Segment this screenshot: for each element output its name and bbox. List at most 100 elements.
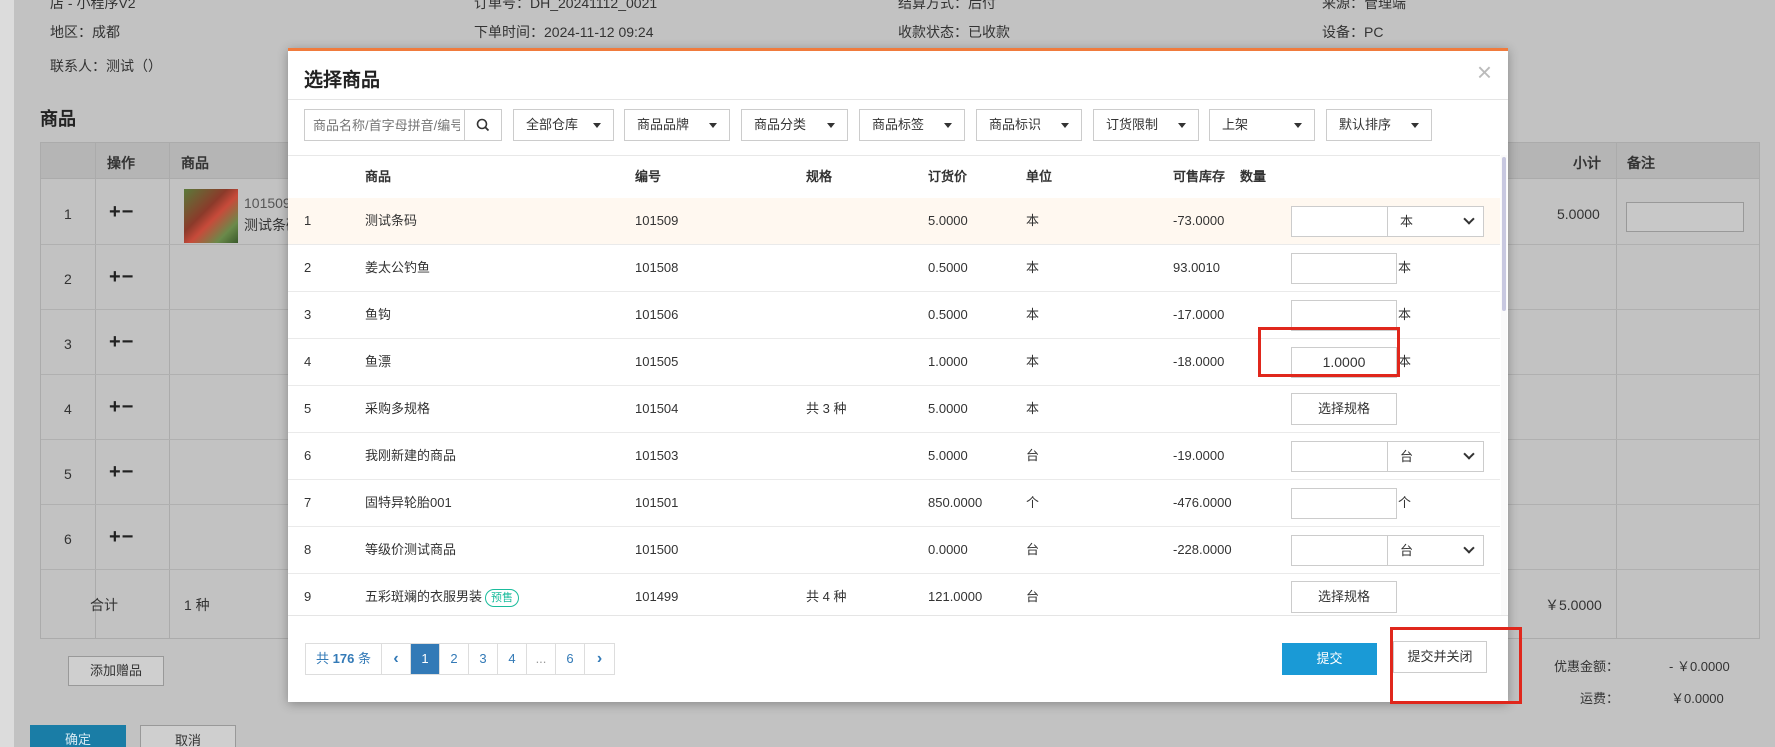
- select-spec-button[interactable]: 选择规格: [1291, 393, 1397, 425]
- table-row[interactable]: 2 姜太公钓鱼 101508 0.5000 本 93.0010 本: [288, 245, 1500, 292]
- sort-dropdown[interactable]: 默认排序: [1326, 109, 1432, 141]
- warehouse-dropdown[interactable]: 全部仓库: [513, 109, 614, 141]
- table-row[interactable]: 9 五彩斑斓的衣服男装 预售 101499 共 4 种 121.0000 台 选择…: [288, 574, 1500, 615]
- product-unit: 本: [1026, 354, 1040, 369]
- close-icon[interactable]: ×: [1477, 57, 1492, 88]
- dropdown-label: 订货限制: [1106, 117, 1159, 132]
- order-limit-dropdown[interactable]: 订货限制: [1093, 109, 1199, 141]
- settle-method: 结算方式：后付: [898, 0, 996, 11]
- quantity-input[interactable]: [1291, 206, 1397, 237]
- dropdown-label: 上架: [1222, 117, 1249, 132]
- table-row[interactable]: 7 固特异轮胎001 101501 850.0000 个 -476.0000 个: [288, 480, 1500, 527]
- remark-input[interactable]: [1626, 202, 1744, 232]
- dropdown-label: 默认排序: [1339, 117, 1392, 132]
- unit-select[interactable]: 台: [1387, 441, 1484, 472]
- product-name: 五彩斑斓的衣服男装: [365, 589, 483, 604]
- tag-dropdown[interactable]: 商品标签: [859, 109, 965, 141]
- quantity-input[interactable]: [1291, 253, 1397, 284]
- add-remove-icon[interactable]: +−: [109, 526, 134, 549]
- quantity-input[interactable]: [1291, 441, 1397, 472]
- product-unit: 台: [1026, 589, 1040, 604]
- add-remove-icon[interactable]: +−: [109, 461, 134, 484]
- bg-row-number: 1: [64, 206, 72, 222]
- unit-select[interactable]: 台: [1387, 535, 1484, 566]
- page-3[interactable]: 3: [468, 644, 498, 674]
- page-4[interactable]: 4: [497, 644, 527, 674]
- caret-down-icon: [944, 123, 952, 128]
- quantity-input[interactable]: [1291, 488, 1397, 519]
- scrollbar-thumb[interactable]: [1502, 157, 1506, 311]
- row-number: 2: [304, 260, 312, 275]
- product-spec: 共 4 种: [806, 589, 847, 604]
- bg-row-number: 5: [64, 466, 72, 482]
- freight-label: 运费：: [1580, 691, 1620, 706]
- product-unit: 本: [1026, 260, 1040, 275]
- product-code: 101505: [635, 354, 679, 369]
- col-header-code: 编号: [635, 169, 662, 184]
- highlight-box-submit-close: [1390, 627, 1522, 704]
- product-name: 鱼漂: [365, 354, 392, 369]
- next-page-icon[interactable]: ›: [584, 644, 614, 674]
- submit-button[interactable]: 提交: [1282, 643, 1377, 675]
- product-code: 101508: [635, 260, 679, 275]
- add-remove-icon[interactable]: +−: [109, 331, 134, 354]
- product-unit: 台: [1026, 448, 1040, 463]
- add-remove-icon[interactable]: +−: [109, 201, 134, 224]
- add-gift-button[interactable]: 添加赠品: [68, 656, 164, 686]
- select-spec-button[interactable]: 选择规格: [1291, 581, 1397, 613]
- product-name: 鱼钩: [365, 307, 392, 322]
- search-input[interactable]: [305, 110, 460, 140]
- presale-badge: 预售: [485, 588, 520, 607]
- product-stock: -228.0000: [1173, 542, 1232, 557]
- quantity-input[interactable]: [1291, 535, 1397, 566]
- product-price: 0.5000: [928, 260, 968, 275]
- row-number: 4: [304, 354, 312, 369]
- caret-down-icon: [1061, 123, 1069, 128]
- dropdown-label: 全部仓库: [526, 117, 579, 132]
- product-name: 姜太公钓鱼: [365, 260, 431, 275]
- table-row[interactable]: 8 等级价测试商品 101500 0.0000 台 -228.0000 台: [288, 527, 1500, 574]
- modal-title: 选择商品: [304, 70, 381, 91]
- search-box: [304, 109, 465, 141]
- caret-down-icon: [709, 123, 717, 128]
- page-1[interactable]: 1: [410, 644, 440, 674]
- product-name: 等级价测试商品: [365, 542, 457, 557]
- bg-row-number: 3: [64, 336, 72, 352]
- bg-header-op: 操作: [107, 155, 135, 171]
- bg-row-number: 6: [64, 531, 72, 547]
- search-button[interactable]: [464, 109, 502, 141]
- table-row[interactable]: 1 测试条码 101509 5.0000 本 -73.0000 本: [288, 198, 1500, 245]
- page-6[interactable]: 6: [555, 644, 585, 674]
- table-row[interactable]: 6 我刚新建的商品 101503 5.0000 台 -19.0000 台: [288, 433, 1500, 480]
- add-remove-icon[interactable]: +−: [109, 396, 134, 419]
- bg-header-remark: 备注: [1627, 155, 1655, 171]
- unit-select[interactable]: 本: [1387, 206, 1484, 237]
- shelf-status-dropdown[interactable]: 上架: [1209, 109, 1315, 141]
- product-unit: 台: [1026, 542, 1040, 557]
- category-dropdown[interactable]: 商品分类: [741, 109, 848, 141]
- row-number: 1: [304, 213, 312, 228]
- col-header-unit: 单位: [1026, 169, 1053, 184]
- col-header-qty: 数量: [1240, 169, 1267, 184]
- total-label: 合计: [90, 597, 118, 613]
- brand-dropdown[interactable]: 商品品牌: [624, 109, 730, 141]
- product-price: 121.0000: [928, 589, 983, 604]
- table-row[interactable]: 5 采购多规格 101504 共 3 种 5.0000 本 选择规格: [288, 386, 1500, 433]
- add-remove-icon[interactable]: +−: [109, 266, 134, 289]
- mark-dropdown[interactable]: 商品标识: [976, 109, 1082, 141]
- confirm-button[interactable]: 确定: [30, 725, 126, 747]
- product-unit: 本: [1026, 401, 1040, 416]
- product-code: 101499: [635, 589, 679, 604]
- product-name: 采购多规格: [365, 401, 431, 416]
- freight-value: ￥0.0000: [1671, 691, 1724, 706]
- row-number: 7: [304, 495, 312, 510]
- prev-page-icon[interactable]: ‹: [381, 644, 411, 674]
- page-2[interactable]: 2: [439, 644, 469, 674]
- row-number: 5: [304, 401, 312, 416]
- page-ellipsis: ...: [526, 644, 556, 674]
- product-stock: -476.0000: [1173, 495, 1232, 510]
- total-kinds: 1 种: [184, 597, 210, 613]
- caret-down-icon: [593, 123, 601, 128]
- cancel-button[interactable]: 取消: [140, 725, 236, 747]
- product-code: 101503: [635, 448, 679, 463]
